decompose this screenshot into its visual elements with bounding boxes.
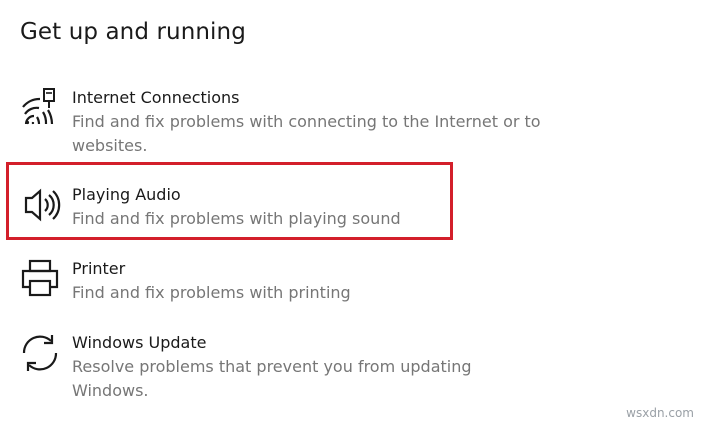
speaker-icon xyxy=(18,183,62,227)
item-description: Resolve problems that prevent you from u… xyxy=(72,357,472,400)
item-label: Playing Audio xyxy=(72,185,181,204)
troubleshooter-internet-connections[interactable]: Internet Connections Find and fix proble… xyxy=(14,86,574,158)
troubleshooter-windows-update[interactable]: Windows Update Resolve problems that pre… xyxy=(14,331,574,400)
troubleshoot-page: Get up and running Internet Connections … xyxy=(0,0,704,426)
item-description: Find and fix problems with connecting to… xyxy=(72,112,541,155)
watermark: wsxdn.com xyxy=(626,406,694,420)
section-title: Get up and running xyxy=(20,19,246,45)
item-label: Printer xyxy=(72,259,126,278)
item-description: Find and fix problems with printing xyxy=(72,283,351,302)
wifi-network-icon xyxy=(18,86,62,130)
item-description: Find and fix problems with playing sound xyxy=(72,209,401,228)
printer-icon xyxy=(18,257,62,301)
refresh-icon xyxy=(18,331,62,375)
item-label: Internet Connections xyxy=(72,88,240,107)
troubleshooter-playing-audio[interactable]: Playing Audio Find and fix problems with… xyxy=(14,183,574,235)
troubleshooter-printer[interactable]: Printer Find and fix problems with print… xyxy=(14,257,574,309)
item-label: Windows Update xyxy=(72,333,207,352)
